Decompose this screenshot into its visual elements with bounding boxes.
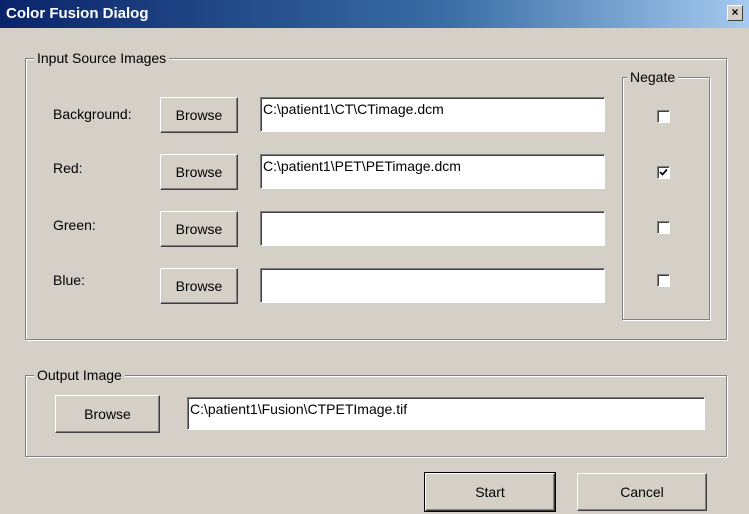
browse-background-button[interactable]: Browse (160, 97, 238, 133)
close-button[interactable]: × (727, 5, 743, 21)
negate-green-checkbox[interactable] (657, 221, 670, 234)
row-label-red: Red: (53, 160, 83, 176)
title-bar[interactable]: Color Fusion Dialog × (0, 0, 749, 28)
start-button-label: Start (475, 484, 505, 500)
browse-button-label: Browse (175, 278, 223, 294)
row-label-green: Green: (53, 217, 96, 233)
cancel-button[interactable]: Cancel (577, 473, 707, 511)
negate-background-checkbox[interactable] (657, 110, 670, 123)
browse-button-label: Browse (175, 164, 223, 180)
browse-red-button[interactable]: Browse (160, 154, 238, 190)
browse-blue-button[interactable]: Browse (160, 268, 238, 304)
browse-button-label: Browse (175, 221, 223, 237)
output-image-legend: Output Image (34, 366, 125, 384)
checkmark-icon (659, 168, 668, 176)
window-title: Color Fusion Dialog (6, 5, 149, 22)
blue-path-input[interactable] (260, 268, 605, 303)
browse-button-label: Browse (84, 406, 131, 422)
start-button[interactable]: Start (424, 472, 556, 512)
close-icon: × (731, 5, 739, 19)
cancel-button-label: Cancel (620, 484, 664, 500)
negate-blue-checkbox[interactable] (657, 274, 670, 287)
background-path-input[interactable]: C:\patient1\CT\CTimage.dcm (260, 97, 605, 132)
row-label-background: Background: (53, 106, 132, 122)
browse-green-button[interactable]: Browse (160, 211, 238, 247)
green-path-input[interactable] (260, 211, 605, 246)
negate-legend: Negate (627, 68, 679, 86)
browse-button-label: Browse (175, 107, 223, 123)
output-path-input[interactable]: C:\patient1\Fusion\CTPETImage.tif (187, 397, 705, 430)
input-source-legend: Input Source Images (34, 49, 170, 67)
negate-red-checkbox[interactable] (657, 166, 670, 179)
browse-output-button[interactable]: Browse (55, 395, 160, 433)
row-label-blue: Blue: (53, 272, 85, 288)
red-path-input[interactable]: C:\patient1\PET\PETimage.dcm (260, 154, 605, 189)
